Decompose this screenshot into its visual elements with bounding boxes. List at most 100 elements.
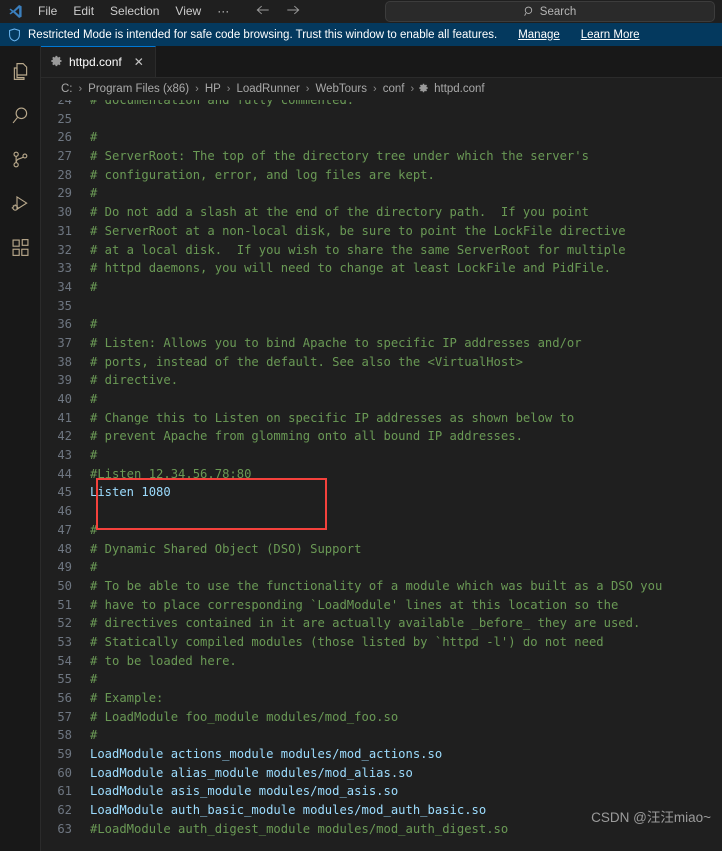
line-number: 41: [57, 410, 72, 425]
code-text: # prevent Apache from glomming onto all …: [90, 429, 523, 444]
menu-edit[interactable]: Edit: [65, 1, 102, 21]
breadcrumb-separator: ›: [410, 83, 415, 95]
code-line[interactable]: 44 #Listen 12.34.56.78:80: [41, 465, 722, 484]
line-number: 63: [57, 821, 72, 836]
code-text: Listen 1080: [90, 485, 171, 500]
watermark-text: CSDN @汪汪miao~: [591, 810, 711, 825]
search-input[interactable]: Search: [385, 1, 715, 22]
breadcrumb-item-5[interactable]: conf: [382, 83, 406, 95]
code-line[interactable]: 26 #: [41, 128, 722, 147]
code-lines-container: 24 # documentation and fully commented. 25…: [41, 100, 722, 851]
code-line[interactable]: 34 #: [41, 278, 722, 297]
tab-httpd-conf[interactable]: httpd.conf ✕: [41, 46, 156, 77]
code-line[interactable]: 49 #: [41, 558, 722, 577]
sidebar-item-explorer[interactable]: [0, 52, 40, 96]
code-line[interactable]: 54 # to be loaded here.: [41, 652, 722, 671]
line-number: 45: [57, 485, 72, 500]
code-text: # Example:: [90, 691, 164, 705]
line-number: 60: [57, 765, 72, 780]
close-icon[interactable]: ✕: [132, 55, 146, 69]
code-line[interactable]: 42 # prevent Apache from glomming onto al…: [41, 427, 722, 446]
run-debug-icon: [10, 193, 31, 219]
code-line[interactable]: 33 # httpd daemons, you will need to chan…: [41, 259, 722, 278]
breadcrumb-item-6[interactable]: httpd.conf: [433, 83, 486, 95]
code-line[interactable]: 35: [41, 297, 722, 316]
menu-more[interactable]: ···: [209, 1, 237, 21]
sidebar-item-extensions[interactable]: [0, 228, 40, 272]
code-line[interactable]: 36 #: [41, 315, 722, 334]
line-number: 52: [57, 616, 72, 631]
breadcrumb-item-3[interactable]: LoadRunner: [235, 83, 300, 95]
code-line[interactable]: 48 # Dynamic Shared Object (DSO) Support: [41, 540, 722, 559]
code-line[interactable]: 60 LoadModule alias_module modules/mod_al…: [41, 764, 722, 783]
code-line[interactable]: 39 # directive.: [41, 371, 722, 390]
code-line[interactable]: 30 # Do not add a slash at the end of the…: [41, 203, 722, 222]
menu-file[interactable]: File: [30, 1, 65, 21]
extensions-icon: [10, 237, 31, 263]
code-line[interactable]: 32 # at a local disk. If you wish to shar…: [41, 241, 722, 260]
code-line[interactable]: 58 #: [41, 726, 722, 745]
sidebar-item-run-and-debug[interactable]: [0, 184, 40, 228]
code-text: # Statically compiled modules (those lis…: [90, 634, 604, 649]
breadcrumb-item-4[interactable]: WebTours: [314, 83, 368, 95]
code-line[interactable]: 55 #: [41, 670, 722, 689]
code-line[interactable]: 43 #: [41, 446, 722, 465]
code-line[interactable]: 25: [41, 110, 722, 129]
menu-view-label: View: [175, 4, 202, 18]
code-line[interactable]: 38 # ports, instead of the default. See a…: [41, 353, 722, 372]
code-line[interactable]: 46: [41, 502, 722, 521]
sidebar-item-source-control[interactable]: [0, 140, 40, 184]
search-icon: [524, 6, 535, 17]
code-line[interactable]: 52 # directives contained in it are actua…: [41, 614, 722, 633]
code-line[interactable]: 28 # configuration, error, and log files …: [41, 166, 722, 185]
menu-file-label: File: [38, 4, 58, 18]
code-line[interactable]: 57 # LoadModule foo_module modules/mod_fo…: [41, 708, 722, 727]
code-line[interactable]: 31 # ServerRoot at a non-local disk, be s…: [41, 222, 722, 241]
tab-bar: httpd.conf ✕: [41, 46, 722, 78]
code-line[interactable]: 29 #: [41, 184, 722, 203]
files-icon: [10, 61, 31, 87]
menu-selection[interactable]: Selection: [102, 1, 167, 21]
line-number: 44: [57, 466, 72, 481]
code-text: #: [90, 448, 98, 463]
code-line[interactable]: 24 # documentation and fully commented.: [41, 100, 722, 110]
line-number: 36: [57, 317, 72, 332]
code-line[interactable]: 27 # ServerRoot: The top of the directory…: [41, 147, 722, 166]
breadcrumb-item-0[interactable]: C:: [60, 83, 74, 95]
code-line[interactable]: 50 # To be able to use the functionality …: [41, 577, 722, 596]
breadcrumb-item-2[interactable]: HP: [204, 83, 222, 95]
code-text: #: [90, 522, 98, 537]
code-text: #: [90, 279, 98, 294]
code-line[interactable]: 47 #: [41, 521, 722, 540]
code-line[interactable]: 61 LoadModule asis_module modules/mod_asi…: [41, 782, 722, 801]
code-text: LoadModule actions_module modules/mod_ac…: [90, 747, 443, 762]
line-number: 30: [57, 205, 72, 220]
breadcrumb-item-1[interactable]: Program Files (x86): [87, 83, 190, 95]
sidebar-item-search[interactable]: [0, 96, 40, 140]
code-line[interactable]: 37 # Listen: Allows you to bind Apache to…: [41, 334, 722, 353]
code-line[interactable]: 53 # Statically compiled modules (those l…: [41, 633, 722, 652]
code-line[interactable]: 59 LoadModule actions_module modules/mod_…: [41, 745, 722, 764]
breadcrumb-separator: ›: [305, 83, 310, 95]
banner-message: Restricted Mode is intended for safe cod…: [28, 28, 498, 41]
code-editor[interactable]: 24 # documentation and fully commented. 25…: [41, 100, 722, 851]
code-line[interactable]: 51 # have to place corresponding `LoadMod…: [41, 596, 722, 615]
line-number: 34: [57, 279, 72, 294]
code-text: #: [90, 728, 98, 743]
code-line[interactable]: 56 # Example:: [41, 689, 722, 708]
learn-more-link[interactable]: Learn More: [581, 29, 640, 41]
code-text: # ports, instead of the default. See als…: [90, 354, 523, 369]
arrow-right-icon[interactable]: [285, 4, 301, 19]
vscode-logo-icon: [0, 4, 30, 19]
code-line[interactable]: 41 # Change this to Listen on specific IP…: [41, 409, 722, 428]
code-line[interactable]: 40 #: [41, 390, 722, 409]
code-text: # httpd daemons, you will need to change…: [90, 261, 611, 276]
breadcrumb: C: › Program Files (x86) › HP › LoadRunn…: [41, 78, 722, 100]
code-line[interactable]: 45 Listen 1080: [41, 483, 722, 502]
manage-link[interactable]: Manage: [518, 29, 560, 41]
line-number: 26: [57, 130, 72, 145]
menu-view[interactable]: View: [167, 1, 209, 21]
line-number: 46: [57, 504, 72, 519]
arrow-left-icon[interactable]: [255, 4, 271, 19]
